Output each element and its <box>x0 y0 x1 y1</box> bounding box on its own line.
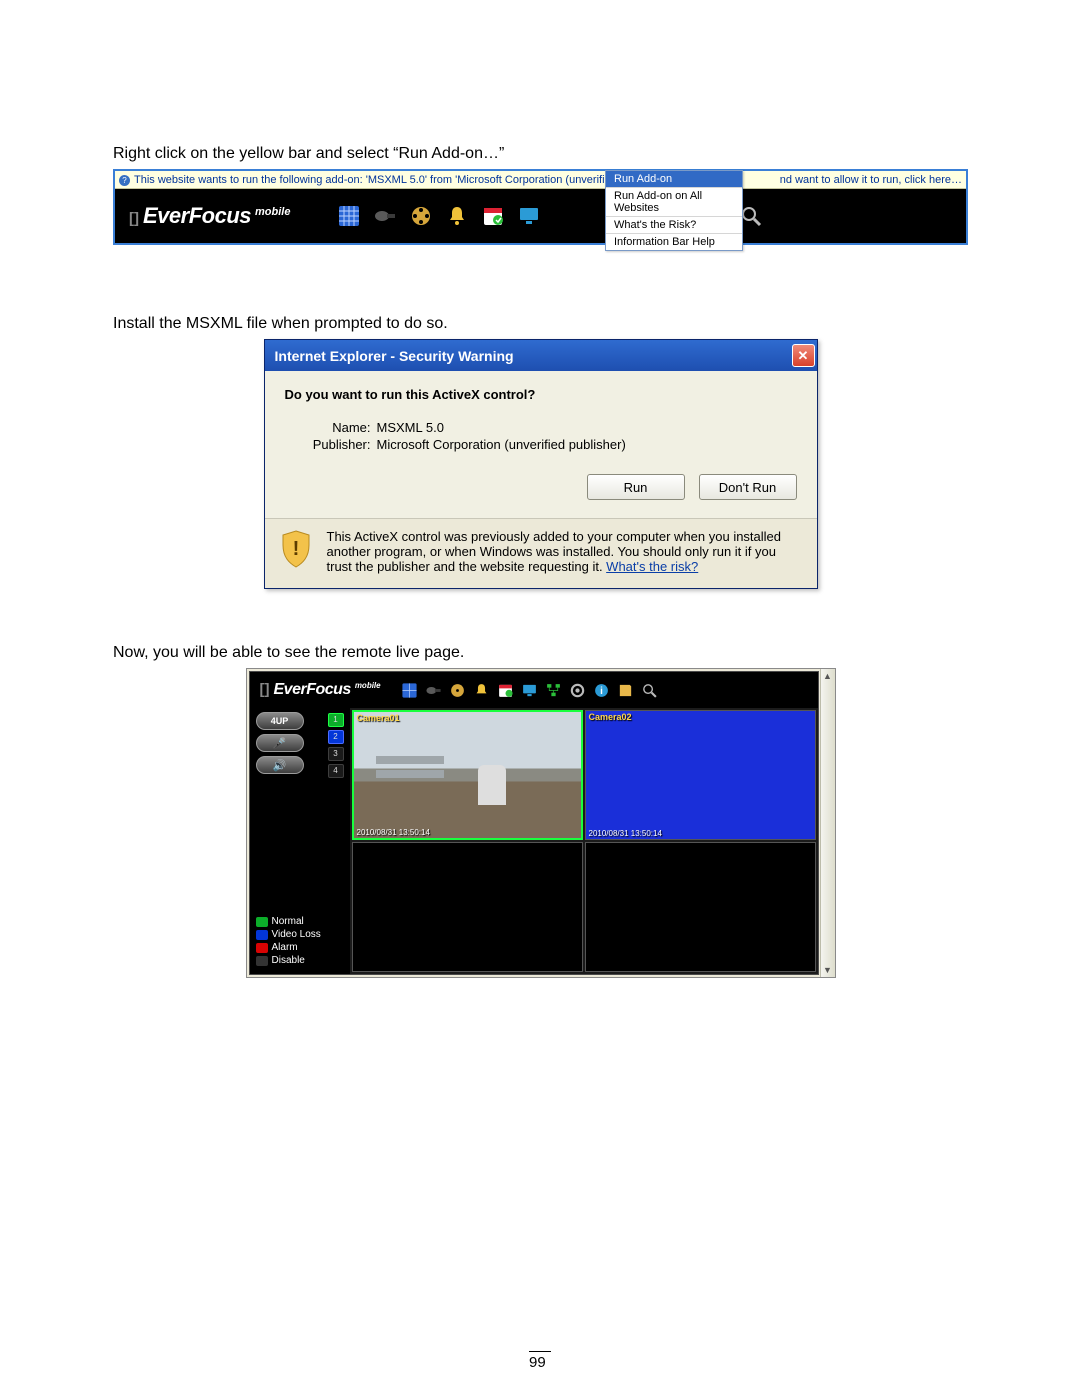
dialog-question: Do you want to run this ActiveX control? <box>285 387 797 402</box>
bell-icon[interactable] <box>444 203 470 229</box>
menu-run-addon-all[interactable]: Run Add-on on All Websites <box>606 188 742 217</box>
name-value: MSXML 5.0 <box>377 420 444 435</box>
info-icon[interactable]: i <box>593 681 611 699</box>
camera-tile-1[interactable]: Camera01 2010/08/31 13:50:14 <box>352 710 583 840</box>
camera-select-2[interactable]: 2 <box>328 730 344 744</box>
instruction-2: Install the MSXML file when prompted to … <box>113 315 967 333</box>
camera-icon[interactable] <box>425 681 443 699</box>
whats-the-risk-link[interactable]: What's the risk? <box>606 559 698 574</box>
status-legend: Normal Video Loss Alarm Disable <box>256 914 346 968</box>
dont-run-button[interactable]: Don't Run <box>699 474 797 500</box>
camera-select-1[interactable]: 1 <box>328 713 344 727</box>
svg-text:!: ! <box>292 538 299 560</box>
everfocus-toolbar: [] EverFocus mobile <box>115 189 966 243</box>
scroll-down-icon[interactable]: ▼ <box>821 963 835 977</box>
camera-1-timestamp: 2010/08/31 13:50:14 <box>357 828 430 837</box>
legend-normal: Normal <box>272 916 304 927</box>
camera-1-label: Camera01 <box>357 713 400 723</box>
info-icon: ? <box>119 175 130 186</box>
swatch-video-loss <box>256 930 268 940</box>
calendar-icon[interactable] <box>497 681 515 699</box>
camera-icon[interactable] <box>372 203 398 229</box>
live-sidebar: 4UP 🎤 🔊 1 2 3 4 N <box>250 708 350 974</box>
note-icon[interactable] <box>617 681 635 699</box>
camera-tile-3[interactable] <box>352 842 583 972</box>
infobar-context-menu: Run Add-on Run Add-on on All Websites Wh… <box>605 170 743 251</box>
swatch-normal <box>256 917 268 927</box>
close-button[interactable]: ✕ <box>792 344 815 367</box>
search-icon[interactable] <box>641 681 659 699</box>
camera-select-3[interactable]: 3 <box>328 747 344 761</box>
name-label: Name: <box>285 420 371 435</box>
instruction-1: Right click on the yellow bar and select… <box>113 145 967 163</box>
speaker-button[interactable]: 🔊 <box>256 756 304 774</box>
shield-icon: ! <box>279 529 313 569</box>
figure-infobar-toolbar: ? This website wants to run the followin… <box>113 169 968 245</box>
legend-video-loss: Video Loss <box>272 929 321 940</box>
monitor-icon[interactable] <box>516 203 542 229</box>
swatch-disable <box>256 956 268 966</box>
instruction-3: Now, you will be able to see the remote … <box>113 644 967 662</box>
publisher-label: Publisher: <box>285 437 371 452</box>
film-icon[interactable] <box>408 203 434 229</box>
network-icon[interactable] <box>545 681 563 699</box>
menu-run-addon[interactable]: Run Add-on <box>606 171 742 188</box>
dialog-footer-text: This ActiveX control was previously adde… <box>327 529 801 574</box>
menu-whats-the-risk[interactable]: What's the Risk? <box>606 217 742 234</box>
gear-icon[interactable] <box>569 681 587 699</box>
ie-information-bar[interactable]: ? This website wants to run the followin… <box>115 171 966 189</box>
camera-tile-2[interactable]: Camera02 2010/08/31 13:50:14 <box>585 710 816 840</box>
scrollbar[interactable]: ▲ ▼ <box>820 669 835 977</box>
layout-4up-button[interactable]: 4UP <box>256 712 304 730</box>
legend-alarm: Alarm <box>272 942 298 953</box>
camera-select-4[interactable]: 4 <box>328 764 344 778</box>
grid-icon[interactable] <box>336 203 362 229</box>
grid-icon[interactable] <box>401 681 419 699</box>
camera-grid: Camera01 2010/08/31 13:50:14 Camera02 20… <box>350 708 818 974</box>
everfocus-logo: [] EverFocus mobile <box>260 681 381 699</box>
svg-text:i: i <box>600 686 603 697</box>
mic-button[interactable]: 🎤 <box>256 734 304 752</box>
legend-disable: Disable <box>272 955 305 966</box>
calendar-icon[interactable] <box>480 203 506 229</box>
publisher-value: Microsoft Corporation (unverified publis… <box>377 437 626 452</box>
infobar-text-right: nd want to allow it to run, click here… <box>780 174 962 186</box>
film-icon[interactable] <box>449 681 467 699</box>
live-toolbar: [] EverFocus mobile i <box>250 672 818 708</box>
monitor-icon[interactable] <box>521 681 539 699</box>
menu-info-bar-help[interactable]: Information Bar Help <box>606 234 742 250</box>
everfocus-logo: [] EverFocus mobile <box>129 203 290 229</box>
camera-tile-4[interactable] <box>585 842 816 972</box>
camera-2-label: Camera02 <box>589 712 632 722</box>
live-view-window: ▲ ▼ [] EverFocus mobile <box>246 668 836 978</box>
security-warning-dialog: Internet Explorer - Security Warning ✕ D… <box>264 339 818 589</box>
bell-icon[interactable] <box>473 681 491 699</box>
run-button[interactable]: Run <box>587 474 685 500</box>
camera-2-timestamp: 2010/08/31 13:50:14 <box>589 829 662 838</box>
dialog-title: Internet Explorer - Security Warning <box>275 348 514 364</box>
swatch-alarm <box>256 943 268 953</box>
scroll-up-icon[interactable]: ▲ <box>821 669 835 683</box>
page-number: 99 <box>529 1351 551 1371</box>
dialog-titlebar: Internet Explorer - Security Warning ✕ <box>265 340 817 371</box>
